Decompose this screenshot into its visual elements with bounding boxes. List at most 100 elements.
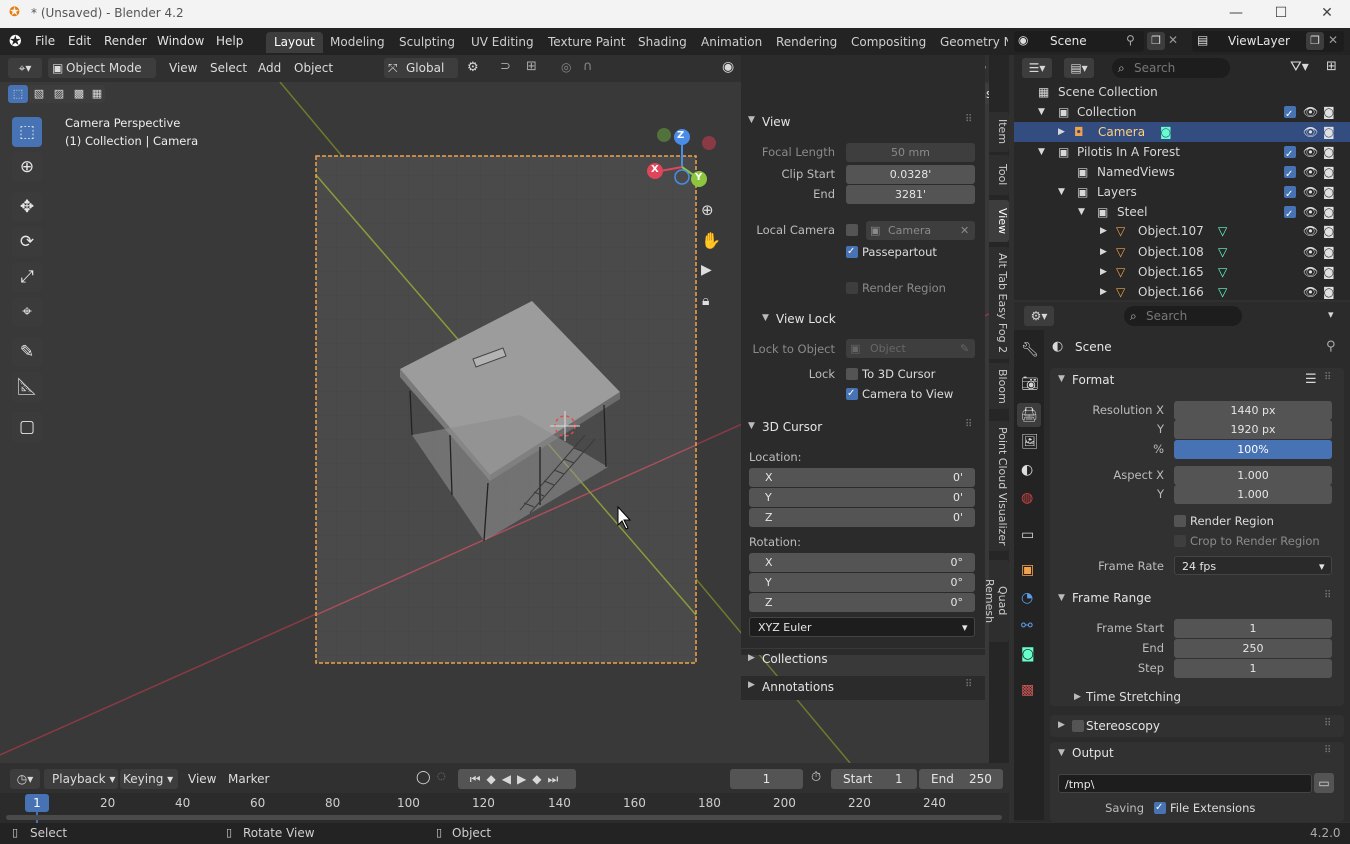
outliner-row[interactable]: ▶ ▽ Object.165 ▽ 👁︎ ◙ (1014, 262, 1350, 282)
view-panel-title[interactable]: View (762, 115, 790, 129)
tool-transform[interactable]: ⌖ (12, 297, 42, 327)
menu-edit[interactable]: Edit (68, 34, 91, 48)
annotations-drag-handle-icon[interactable]: ⠿ (965, 679, 972, 690)
expand-icon[interactable]: ▶ (1100, 282, 1107, 302)
gizmo-x-label[interactable]: X (651, 164, 659, 175)
jump-start-icon[interactable]: ⏮ (470, 772, 487, 786)
outliner-search-input[interactable]: ⌕ Search (1112, 58, 1230, 78)
collections-chevron-icon[interactable]: ▶ (748, 653, 755, 663)
tool-cursor[interactable]: ⊕ (12, 152, 42, 182)
camera-render-icon[interactable]: ◙ (1323, 221, 1335, 241)
outliner-row[interactable]: ▼ ▣ Pilotis In A Forest 👁︎ ◙ (1014, 142, 1350, 162)
blender-menu-icon[interactable]: ✪ (9, 32, 22, 50)
cursor-loc-x[interactable]: X 0' (749, 468, 975, 487)
camera-render-icon[interactable]: ◙ (1323, 102, 1335, 122)
camera-render-icon[interactable]: ◙ (1323, 142, 1335, 162)
start-frame-field[interactable]: Start 1 (831, 769, 917, 789)
select-extend-icon[interactable]: ▧ (29, 85, 49, 103)
frame-range-chevron-icon[interactable]: ▼ (1058, 593, 1065, 603)
select-invert-icon[interactable]: ▩ (69, 85, 89, 103)
passepartout-checkbox[interactable] (846, 246, 858, 258)
new-scene-icon[interactable]: ❐ (1147, 32, 1165, 50)
eyedropper-icon[interactable]: ✎ (960, 339, 969, 358)
tab-texture-paint[interactable]: Texture Paint (540, 32, 633, 53)
properties-editor-icon[interactable]: ⚙▾ (1024, 306, 1054, 326)
to-3d-cursor-checkbox[interactable] (846, 368, 858, 380)
resolution-y-field[interactable]: 1920 px (1174, 420, 1332, 439)
aspect-y-field[interactable]: 1.000 (1174, 485, 1332, 504)
view-lock-title[interactable]: View Lock (776, 312, 836, 326)
annotations-panel[interactable]: ▶ Annotations ⠿ (741, 676, 985, 700)
tab-point-cloud[interactable]: Point Cloud Visualizer (989, 421, 1009, 551)
outliner-row-selected[interactable]: ▶ ◘ Camera ◙ 👁︎ ◙ (1014, 122, 1350, 142)
maximize-button[interactable]: ☐ (1258, 0, 1304, 28)
vp-menu-object[interactable]: Object (294, 61, 333, 75)
tool-annotate[interactable]: ✎ (12, 337, 42, 367)
format-title[interactable]: Format (1072, 373, 1114, 387)
camera-view-icon[interactable]: ▶ (701, 262, 712, 278)
timeline-scrollbar[interactable] (6, 815, 1002, 820)
auto-keying-icon[interactable]: ◯ (416, 770, 431, 785)
rotation-mode-dropdown[interactable]: XYZ Euler ▾ (749, 617, 975, 637)
output-title[interactable]: Output (1072, 746, 1114, 760)
gizmo-z-label[interactable]: Z (677, 130, 684, 141)
minimize-button[interactable]: — (1213, 0, 1259, 28)
cursor-loc-y[interactable]: Y 0' (749, 488, 975, 507)
camera-render-icon[interactable]: ◙ (1323, 122, 1335, 142)
select-new-icon[interactable]: ⬚ (8, 85, 28, 103)
pin-icon[interactable]: ⚲ (1126, 33, 1135, 47)
expand-icon[interactable]: ▼ (1038, 142, 1045, 162)
outliner-editor-icon[interactable]: ☰▾ (1022, 58, 1052, 78)
camera-to-view-checkbox[interactable] (846, 388, 858, 400)
timeline-ruler[interactable]: 1 20 40 60 80 100 120 140 160 180 200 22… (0, 793, 1009, 823)
vp-menu-add[interactable]: Add (258, 61, 281, 75)
clear-camera-icon[interactable]: ✕ (960, 221, 969, 240)
camera-data-icon[interactable]: ◙ (1160, 122, 1172, 142)
tool-add-cube[interactable]: ▢ (12, 412, 42, 442)
format-drag-handle-icon[interactable]: ⠿ (1324, 372, 1331, 383)
mesh-data-icon[interactable]: ▽ (1218, 262, 1227, 282)
resolution-x-field[interactable]: 1440 px (1174, 401, 1332, 420)
stereoscopy-chevron-icon[interactable]: ▶ (1058, 720, 1065, 730)
menu-help[interactable]: Help (216, 34, 243, 48)
properties-search-input[interactable]: ⌕ Search (1124, 306, 1242, 326)
playhead[interactable]: 1 (25, 794, 49, 812)
camera-data-props-icon[interactable]: ◙ (1021, 646, 1035, 662)
properties-options-icon[interactable]: ▾ (1328, 308, 1334, 321)
pivot-icon[interactable]: ⚙ (467, 60, 479, 75)
select-subtract-icon[interactable]: ▨ (49, 85, 69, 103)
vp-menu-select[interactable]: Select (210, 61, 247, 75)
select-intersect-icon[interactable]: ▦ (89, 85, 105, 103)
world-props-icon[interactable]: ◍ (1021, 490, 1033, 506)
cursor-panel-title[interactable]: 3D Cursor (762, 420, 822, 434)
camera-render-icon[interactable]: ◙ (1323, 242, 1335, 262)
crop-region-checkbox[interactable] (1174, 535, 1186, 547)
tool-props-icon[interactable]: 🔧︎ (1021, 342, 1039, 358)
falloff-icon[interactable]: ∩ (583, 59, 593, 74)
cursor-rot-x[interactable]: X 0° (749, 553, 975, 572)
outliner-row[interactable]: ▶ ▽ Object.107 ▽ 👁︎ ◙ (1014, 221, 1350, 241)
eye-icon[interactable]: 👁︎ (1303, 221, 1318, 241)
snap-icon[interactable]: ⊃ (500, 59, 511, 74)
viewlayer-selector[interactable]: ▤ ViewLayer ❐ ✕ (1192, 31, 1344, 52)
collection-props-icon[interactable]: ▭ (1021, 527, 1034, 543)
resolution-percent-slider[interactable]: 100% (1174, 440, 1332, 459)
preview-range-icon[interactable]: ⏱ (811, 770, 821, 785)
orientation-dropdown[interactable]: ⤧ Global (384, 58, 458, 78)
view-lock-chevron-icon[interactable]: ▼ (762, 313, 769, 323)
menu-render[interactable]: Render (104, 34, 147, 48)
new-collection-icon[interactable]: ⊞ (1326, 59, 1337, 74)
view-panel-chevron-icon[interactable]: ▼ (748, 115, 755, 125)
frame-range-title[interactable]: Frame Range (1072, 591, 1151, 605)
lock-to-object-field[interactable]: ▣ Object ✎ (846, 339, 975, 358)
frame-start-field[interactable]: 1 (1174, 619, 1332, 638)
stereoscopy-panel[interactable]: ▶ Stereoscopy ⠿ (1050, 715, 1344, 737)
new-viewlayer-icon[interactable]: ❐ (1306, 32, 1324, 50)
camera-render-icon[interactable]: ◙ (1323, 162, 1335, 182)
file-extensions-checkbox[interactable] (1154, 802, 1166, 814)
folder-browse-icon[interactable]: ▭ (1314, 773, 1334, 793)
snap-target-icon[interactable]: ⊞ (526, 59, 537, 74)
filter-icon[interactable]: ⛛▾ (1290, 59, 1309, 75)
scene-selector[interactable]: ◉ Scene ⚲ (1014, 31, 1144, 52)
collections-panel-title[interactable]: Collections (762, 652, 828, 666)
